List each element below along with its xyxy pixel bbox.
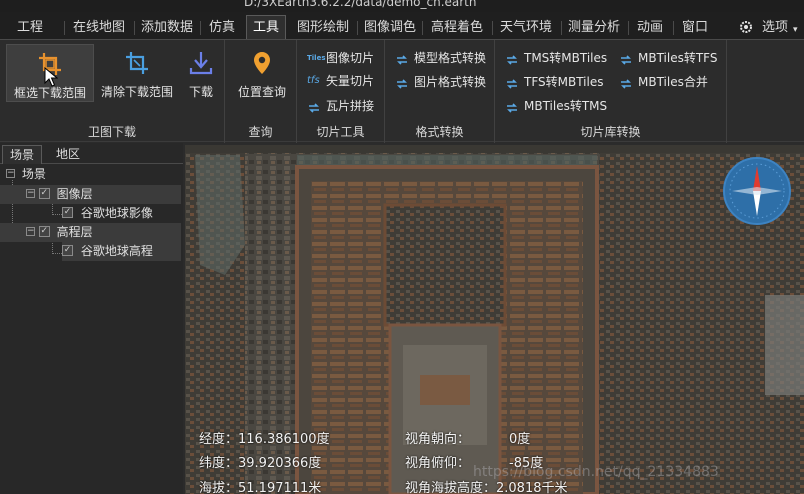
download-button[interactable]: 下载: [180, 44, 222, 102]
panel-tabs: 场景 地区: [0, 143, 183, 164]
menu-graphic-draw[interactable]: 图形绘制: [294, 16, 352, 39]
altitude-readout: 海拔：51.197111米: [199, 481, 322, 494]
convert-icon: [307, 100, 323, 113]
convert-icon: [505, 100, 521, 113]
collapse-icon[interactable]: −: [26, 227, 35, 236]
tiles-icon: Tiles: [307, 53, 326, 62]
view-heading-label: 视角朝向：: [405, 432, 471, 447]
tms-to-mbtiles-button[interactable]: TMS转MBTiles: [505, 48, 607, 68]
menu-window[interactable]: 窗口: [678, 16, 712, 39]
convert-icon: [395, 52, 411, 65]
tms-to-mbtiles-label: TMS转MBTiles: [524, 51, 608, 65]
menu-tools[interactable]: 工具: [246, 15, 286, 39]
window-title: D:/3XEarth3.6.2.2/data/demo_cn.earth: [244, 0, 477, 9]
scene-panel: 场景 地区 − 场景 − ✓ 图像层 ✓ 谷歌地球影像 − ✓ 高程层 ✓ 谷歌…: [0, 143, 183, 494]
collapse-icon[interactable]: −: [6, 169, 15, 178]
menu-animation[interactable]: 动画: [633, 16, 667, 39]
download-icon: [188, 50, 214, 76]
model-format-convert-label: 模型格式转换: [414, 51, 487, 65]
convert-icon: [505, 76, 521, 89]
convert-icon: [619, 52, 635, 65]
tree-root-scene[interactable]: − 场景: [6, 165, 181, 184]
mbtiles-to-tfs-label: MBTiles转TFS: [638, 51, 718, 65]
menu-simulation[interactable]: 仿真: [204, 16, 240, 39]
location-query-button[interactable]: 位置查询: [231, 44, 293, 102]
model-format-convert-button[interactable]: 模型格式转换: [395, 48, 486, 68]
group-label-tile-tools: 切片工具: [316, 125, 365, 139]
mbtiles-to-tfs-button[interactable]: MBTiles转TFS: [619, 48, 718, 68]
image-format-convert-label: 图片格式转换: [414, 75, 487, 89]
group-tile-library-convert: TMS转MBTiles MBTiles转TFS TFS转MBTiles MBTi…: [495, 40, 727, 143]
clear-download-range-button[interactable]: 清除下载范围: [98, 44, 176, 102]
tfs-icon: tfs: [307, 74, 320, 86]
group-label-format: 格式转换: [415, 125, 464, 139]
tree-elevation-layer-label: 高程层: [56, 225, 93, 239]
image-tile-button[interactable]: Tiles图像切片: [307, 48, 374, 68]
group-format-convert: 模型格式转换 图片格式转换 格式转换: [385, 40, 495, 143]
tree-root-label: 场景: [21, 167, 46, 181]
group-label-query: 查询: [248, 125, 273, 139]
options-gear-icon[interactable]: [738, 19, 754, 35]
tree-elevation-item-label: 谷歌地球高程: [80, 244, 153, 258]
group-satellite-download: 框选下载范围 清除下载范围 下载 卫图下载: [0, 40, 225, 143]
group-label-download: 卫图下载: [87, 125, 136, 139]
tree-image-layer[interactable]: − ✓ 图像层: [0, 185, 181, 204]
convert-icon: [505, 52, 521, 65]
tab-region[interactable]: 地区: [48, 145, 88, 164]
tree-image-item-label: 谷歌地球影像: [80, 206, 153, 220]
convert-icon: [395, 76, 411, 89]
compass-icon[interactable]: [722, 156, 792, 226]
tree-image-item[interactable]: ✓ 谷歌地球影像: [62, 204, 181, 223]
mbtiles-to-tms-label: MBTiles转TMS: [524, 99, 608, 113]
chevron-down-icon[interactable]: ▾: [793, 25, 798, 35]
menu-measure[interactable]: 测量分析: [566, 16, 622, 39]
checkbox-icon[interactable]: ✓: [38, 188, 50, 199]
location-query-label: 位置查询: [237, 85, 286, 99]
tfs-to-mbtiles-label: TFS转MBTiles: [524, 75, 604, 89]
title-bar: D:/3XEarth3.6.2.2/data/demo_cn.earth: [0, 0, 804, 12]
checkbox-icon[interactable]: ✓: [62, 207, 73, 218]
view-pitch-label: 视角俯仰：: [405, 456, 471, 471]
location-pin-icon: [249, 50, 275, 76]
tile-merge-button[interactable]: 瓦片拼接: [307, 96, 374, 116]
clear-download-range-label: 清除下载范围: [100, 85, 173, 99]
menu-add-data[interactable]: 添加数据: [139, 16, 195, 39]
tile-merge-label: 瓦片拼接: [326, 99, 375, 113]
mbtiles-merge-label: MBTiles合并: [638, 75, 708, 89]
group-query: 位置查询 查询: [225, 40, 297, 143]
image-format-convert-button[interactable]: 图片格式转换: [395, 72, 486, 92]
group-label-tilelib: 切片库转换: [580, 125, 641, 139]
menu-elevation-color[interactable]: 高程着色: [428, 16, 486, 39]
menu-online-map[interactable]: 在线地图: [70, 16, 128, 39]
menu-options[interactable]: 选项: [758, 16, 792, 39]
menu-weather[interactable]: 天气环境: [497, 16, 555, 39]
menu-image-color[interactable]: 图像调色: [362, 16, 418, 39]
tree-elevation-item[interactable]: ✓ 谷歌地球高程: [62, 242, 181, 261]
tab-scene[interactable]: 场景: [2, 145, 42, 164]
vector-tile-button[interactable]: tfs 矢量切片: [307, 71, 374, 91]
download-label: 下载: [188, 85, 213, 99]
checkbox-icon[interactable]: ✓: [38, 226, 50, 237]
longitude-readout: 经度：116.386100度: [199, 432, 330, 447]
menu-project[interactable]: 工程: [10, 16, 50, 39]
watermark: https://blog.csdn.net/qq_21334883: [473, 464, 719, 480]
collapse-icon[interactable]: −: [26, 189, 35, 198]
convert-icon: [619, 76, 635, 89]
latitude-readout: 纬度：39.920366度: [199, 456, 322, 471]
tree-elevation-layer[interactable]: − ✓ 高程层: [0, 223, 181, 242]
mouse-cursor-icon: [44, 66, 59, 90]
ribbon: 框选下载范围 清除下载范围 下载 卫图下载 位置查询 查询 Tiles图像切片 …: [0, 39, 804, 143]
mbtiles-to-tms-button[interactable]: MBTiles转TMS: [505, 96, 607, 116]
view-heading-value: 0度: [509, 432, 531, 447]
vector-tile-label: 矢量切片: [326, 74, 375, 88]
menu-bar: 工程 在线地图 添加数据 仿真 工具 图形绘制 图像调色 高程着色 天气环境 测…: [0, 12, 804, 39]
group-tile-tools: Tiles图像切片 tfs 矢量切片 瓦片拼接 切片工具: [297, 40, 385, 143]
crop-clear-icon: [124, 50, 150, 76]
checkbox-icon[interactable]: ✓: [62, 245, 73, 256]
tree-image-layer-label: 图像层: [56, 187, 93, 201]
image-tile-label: 图像切片: [326, 51, 375, 65]
mbtiles-merge-button[interactable]: MBTiles合并: [619, 72, 708, 92]
tfs-to-mbtiles-button[interactable]: TFS转MBTiles: [505, 72, 604, 92]
